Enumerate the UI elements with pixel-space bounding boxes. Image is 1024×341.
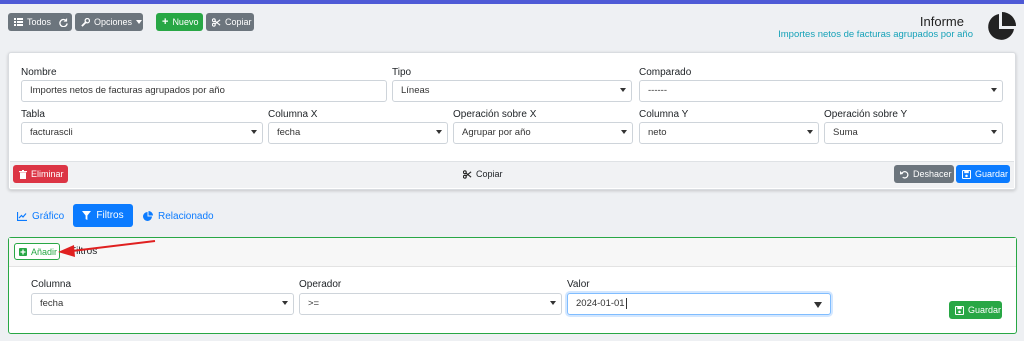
columnax-select[interactable]: fecha: [268, 122, 448, 144]
tab-grafico[interactable]: Gráfico: [17, 205, 64, 227]
tab-grafico-label: Gráfico: [32, 210, 65, 222]
deshacer-label: Deshacer: [913, 169, 952, 179]
opy-value: Suma: [833, 127, 858, 138]
chevron-down-icon: [814, 302, 822, 308]
chevron-down-icon: [807, 130, 813, 134]
save-icon: [955, 305, 964, 315]
columna-value: fecha: [40, 298, 64, 309]
filters-title: Filtros: [70, 246, 98, 257]
copiar-footer-button[interactable]: Copiar: [457, 165, 505, 183]
tabla-value: facturascli: [30, 127, 73, 138]
tab-relacionado[interactable]: Relacionado: [143, 205, 214, 227]
columna-select[interactable]: fecha: [31, 293, 294, 315]
top-accent-line: [0, 0, 1024, 4]
wrench-icon: [81, 17, 90, 27]
valor-value: 2024-01-01: [576, 298, 625, 309]
deshacer-button[interactable]: Deshacer: [894, 165, 954, 183]
list-icon: [14, 18, 23, 26]
chevron-down-icon: [621, 130, 627, 134]
chevron-down-icon: [136, 20, 143, 24]
valor-label: Valor: [567, 279, 590, 290]
filter-icon: [82, 211, 92, 220]
guardar-form-label: Guardar: [975, 169, 1009, 179]
opx-label: Operación sobre X: [453, 109, 537, 120]
opciones-label: Opciones: [94, 17, 133, 27]
opx-select[interactable]: Agrupar por año: [453, 122, 633, 144]
pie-chart-icon: [985, 11, 1017, 43]
guardar-filters-button[interactable]: Guardar: [949, 301, 1002, 319]
nombre-label: Nombre: [21, 67, 57, 78]
columnay-label: Columna Y: [639, 109, 689, 120]
copiar-footer-label: Copiar: [476, 169, 503, 179]
valor-input[interactable]: 2024-01-01: [567, 293, 831, 315]
pie-chart-icon: [143, 211, 153, 221]
tab-filtros-label: Filtros: [96, 210, 124, 221]
chevron-down-icon: [620, 88, 626, 92]
operador-value: >=: [308, 298, 320, 309]
line-chart-icon: [17, 211, 27, 221]
chevron-down-icon: [436, 130, 442, 134]
opy-label: Operación sobre Y: [824, 109, 908, 120]
columna-label: Columna: [31, 279, 72, 290]
save-icon: [962, 169, 971, 179]
opx-value: Agrupar por año: [462, 127, 531, 138]
form-footer: [10, 161, 1014, 188]
eliminar-label: Eliminar: [31, 169, 64, 179]
tabla-select[interactable]: facturascli: [21, 122, 263, 144]
scissors-icon: [212, 17, 221, 27]
refresh-icon: [59, 17, 68, 27]
nuevo-label: Nuevo: [172, 17, 199, 27]
plus-square-icon: [19, 247, 27, 256]
comparado-label: Comparado: [639, 67, 692, 78]
eliminar-button[interactable]: Eliminar: [13, 165, 68, 183]
tipo-select[interactable]: Líneas: [392, 80, 632, 102]
filters-card: Filtros Columna fecha Operador >= Valor …: [8, 237, 1017, 334]
undo-icon: [900, 170, 909, 179]
nuevo-button[interactable]: + Nuevo: [156, 13, 203, 31]
columnay-value: neto: [648, 127, 667, 138]
tab-relacionado-label: Relacionado: [158, 210, 214, 222]
chevron-down-icon: [991, 130, 997, 134]
chevron-down-icon: [282, 301, 288, 305]
columnax-value: fecha: [277, 127, 301, 138]
guardar-form-button[interactable]: Guardar: [956, 165, 1010, 183]
report-form-card: Nombre Importes netos de facturas agrupa…: [8, 52, 1016, 190]
opy-select[interactable]: Suma: [824, 122, 1003, 144]
filters-header: Filtros: [9, 238, 1016, 267]
columnay-select[interactable]: neto: [639, 122, 819, 144]
add-filter-label: Añadir: [31, 246, 58, 257]
tipo-value: Líneas: [401, 85, 430, 96]
guardar-filters-label: Guardar: [968, 305, 1002, 315]
scissors-icon: [463, 169, 472, 179]
nombre-input[interactable]: Importes netos de facturas agrupados por…: [21, 80, 387, 102]
operador-select[interactable]: >=: [299, 293, 562, 315]
text-cursor: [625, 297, 627, 309]
todos-label: Todos: [27, 17, 52, 27]
operador-label: Operador: [299, 279, 342, 290]
chevron-down-icon: [550, 301, 556, 305]
comparado-select[interactable]: ------: [639, 80, 1003, 102]
trash-icon: [19, 169, 27, 179]
tab-filtros[interactable]: Filtros: [73, 204, 133, 227]
columnax-label: Columna X: [268, 109, 318, 120]
todos-button[interactable]: Todos: [8, 13, 72, 31]
tipo-label: Tipo: [392, 67, 412, 78]
chevron-down-icon: [991, 88, 997, 92]
add-filter-button[interactable]: Añadir: [14, 243, 60, 260]
copiar-toolbar-button[interactable]: Copiar: [206, 13, 254, 31]
page-subtitle: Importes netos de facturas agrupados por…: [778, 29, 973, 40]
copiar-toolbar-label: Copiar: [225, 17, 252, 27]
opciones-button[interactable]: Opciones: [75, 13, 143, 31]
comparado-value: ------: [648, 85, 667, 96]
tabla-label: Tabla: [21, 109, 45, 120]
page-title: Informe: [919, 14, 964, 29]
plus-icon: +: [162, 16, 169, 28]
chevron-down-icon: [251, 130, 257, 134]
